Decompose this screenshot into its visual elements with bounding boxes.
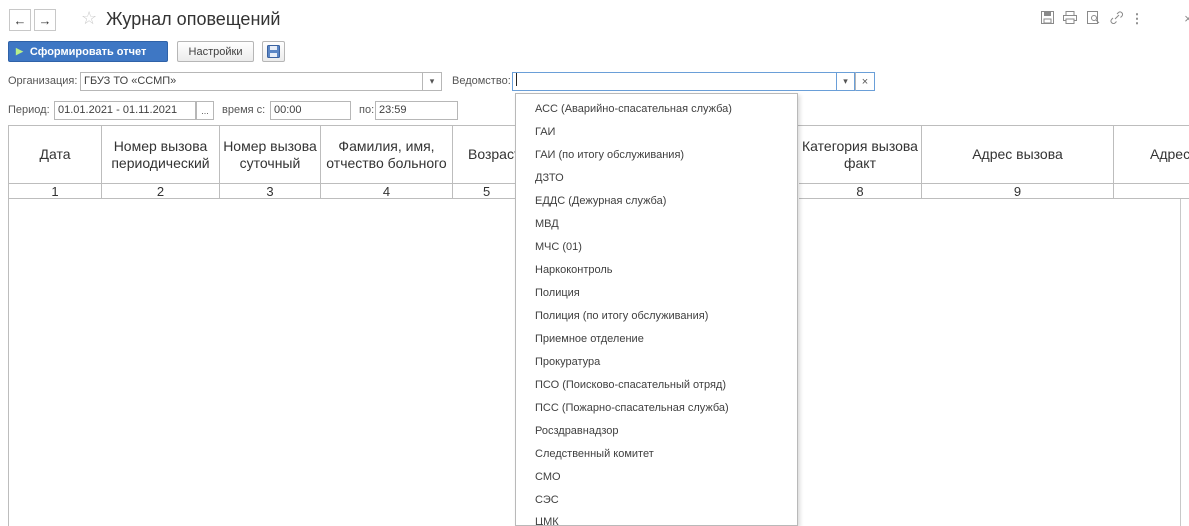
dropdown-item[interactable]: Приемное отделение bbox=[535, 332, 644, 346]
dropdown-item[interactable]: Следственный комитет bbox=[535, 447, 654, 461]
dropdown-item[interactable]: ПСО (Поисково-спасательный отряд) bbox=[535, 378, 726, 392]
column-number: 5 bbox=[453, 183, 517, 199]
header-address: Адрес bbox=[1114, 126, 1189, 183]
settings-label: Настройки bbox=[188, 45, 243, 58]
dropdown-item[interactable]: ГАИ (по итогу обслуживания) bbox=[535, 148, 684, 162]
close-icon[interactable]: × bbox=[1180, 11, 1189, 27]
scrollbar-divider bbox=[1180, 199, 1181, 526]
period-label: Период: bbox=[8, 104, 50, 116]
time-to-field[interactable]: 23:59 bbox=[375, 101, 458, 120]
link-icon[interactable] bbox=[1108, 11, 1124, 27]
dropdown-item[interactable]: СМО bbox=[535, 470, 561, 484]
dropdown-item[interactable]: АСС (Аварийно-спасательная служба) bbox=[535, 102, 732, 116]
generate-report-button[interactable]: ▶ Сформировать отчет bbox=[8, 41, 168, 62]
org-field[interactable]: ГБУЗ ТО «ССМП» bbox=[80, 72, 423, 91]
header-patient-name: Фамилия, имя, отчество больного bbox=[321, 126, 453, 183]
dept-field[interactable] bbox=[512, 72, 837, 91]
dept-dropdown-button[interactable]: ▾ bbox=[837, 72, 855, 91]
dropdown-item[interactable]: МВД bbox=[535, 217, 559, 231]
column-number: 2 bbox=[102, 183, 220, 199]
play-icon: ▶ bbox=[16, 46, 23, 56]
forward-arrow-icon: → bbox=[38, 12, 52, 28]
dropdown-item[interactable]: Полиция (по итогу обслуживания) bbox=[535, 309, 708, 323]
header-call-number-periodic: Номер вызова периодический bbox=[102, 126, 220, 183]
page-title: Журнал оповещений bbox=[106, 9, 281, 29]
period-field[interactable]: 01.01.2021 - 01.11.2021 bbox=[54, 101, 196, 120]
header-call-address: Адрес вызова bbox=[922, 126, 1114, 183]
clear-icon: × bbox=[861, 75, 869, 88]
dropdown-item[interactable]: Полиция bbox=[535, 286, 580, 300]
more-icon[interactable]: ⋮ bbox=[1129, 11, 1145, 27]
dept-dropdown-list[interactable]: АСС (Аварийно-спасательная служба) ГАИ Г… bbox=[515, 93, 798, 526]
dropdown-item[interactable]: Росздравнадзор bbox=[535, 424, 619, 438]
header-date: Дата bbox=[9, 126, 102, 183]
dropdown-item[interactable]: ДЗТО bbox=[535, 171, 564, 185]
chevron-down-icon: ▾ bbox=[429, 76, 435, 86]
forward-button[interactable]: → bbox=[34, 9, 56, 31]
dept-label: Ведомство: bbox=[452, 75, 511, 87]
header-call-category: Категория вызова факт bbox=[799, 126, 922, 183]
settings-button[interactable]: Настройки bbox=[177, 41, 254, 62]
back-arrow-icon: ← bbox=[13, 12, 27, 28]
org-label: Организация: bbox=[8, 75, 78, 87]
dept-clear-button[interactable]: × bbox=[855, 72, 875, 91]
header-call-number-daily: Номер вызова суточный bbox=[220, 126, 321, 183]
dropdown-item[interactable]: ЦМК bbox=[535, 515, 559, 525]
save-icon[interactable] bbox=[1039, 11, 1055, 27]
period-select-button[interactable]: ... bbox=[196, 101, 214, 120]
header-age: Возраст bbox=[453, 126, 520, 183]
save-settings-button[interactable] bbox=[262, 41, 285, 62]
dropdown-item[interactable]: Прокуратура bbox=[535, 355, 600, 369]
column-number bbox=[1114, 183, 1189, 199]
column-number: 4 bbox=[321, 183, 453, 199]
time-from-label: время с: bbox=[222, 104, 266, 116]
dropdown-item[interactable]: МЧС (01) bbox=[535, 240, 582, 254]
column-number: 3 bbox=[220, 183, 321, 199]
text-cursor bbox=[516, 73, 517, 86]
dropdown-item[interactable]: Наркоконтроль bbox=[535, 263, 613, 277]
time-to-label: по: bbox=[359, 104, 375, 116]
generate-report-label: Сформировать отчет bbox=[29, 45, 147, 58]
star-icon[interactable]: ☆ bbox=[81, 8, 97, 28]
org-dropdown-button[interactable]: ▾ bbox=[423, 72, 442, 91]
column-number: 1 bbox=[9, 183, 102, 199]
back-button[interactable]: ← bbox=[9, 9, 31, 31]
column-number: 8 bbox=[799, 183, 922, 199]
column-number: 9 bbox=[922, 183, 1114, 199]
dropdown-item[interactable]: ЕДДС (Дежурная служба) bbox=[535, 194, 666, 208]
time-from-field[interactable]: 00:00 bbox=[270, 101, 351, 120]
dropdown-item[interactable]: ПСС (Пожарно-спасательная служба) bbox=[535, 401, 729, 415]
preview-icon[interactable] bbox=[1085, 11, 1101, 27]
chevron-down-icon: ▾ bbox=[843, 76, 848, 86]
ellipsis-icon: ... bbox=[201, 105, 209, 116]
print-icon[interactable] bbox=[1062, 11, 1078, 27]
dropdown-item[interactable]: ГАИ bbox=[535, 125, 555, 139]
floppy-icon bbox=[267, 45, 280, 58]
dropdown-item[interactable]: СЭС bbox=[535, 493, 559, 507]
